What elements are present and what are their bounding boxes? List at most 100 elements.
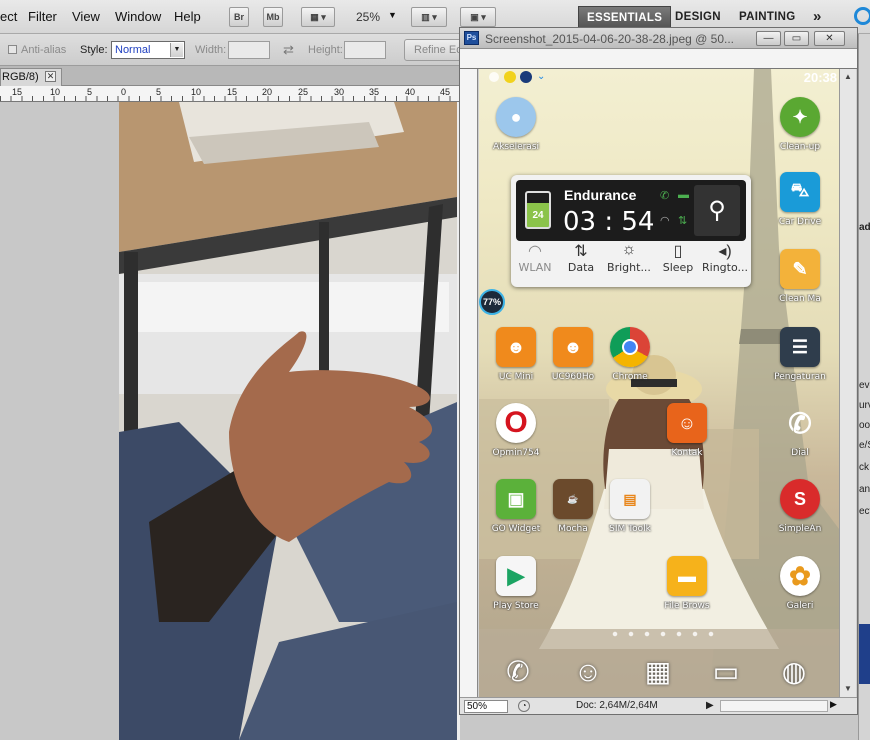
canvas-photo[interactable]: [119, 102, 457, 740]
toggle-data[interactable]: ⇅ Data: [557, 241, 605, 274]
minimize-button[interactable]: —: [756, 31, 781, 46]
phone-clock: 20:38: [803, 70, 837, 85]
contacts-dock-icon[interactable]: ☺: [569, 653, 607, 691]
scroll-down-icon[interactable]: ▼: [842, 683, 854, 695]
status-menu-icon[interactable]: ▶: [706, 700, 714, 711]
app-galeri[interactable]: ✿ Galeri: [766, 556, 834, 611]
app-car-drive[interactable]: ⛍ Car Drive: [766, 172, 834, 227]
sim-icon: ▤: [610, 479, 650, 519]
maximize-button[interactable]: ▭: [784, 31, 809, 46]
uc-mini-icon: ☻: [496, 327, 536, 367]
app-dial[interactable]: ✆ Dial: [766, 403, 834, 459]
zoom-level[interactable]: 25%: [356, 10, 380, 24]
horizontal-scrollbar[interactable]: [720, 700, 828, 712]
close-button[interactable]: ✕: [814, 31, 845, 46]
panel-item[interactable]: ecti: [859, 506, 870, 517]
minibridge-button[interactable]: Mb: [263, 7, 283, 27]
message-dock-icon[interactable]: ▭: [707, 653, 745, 691]
app-kontak[interactable]: ☺ Kontak: [653, 403, 721, 458]
folder-icon: ▬: [667, 556, 707, 596]
app-pengaturan[interactable]: ☰ Pengaturan: [766, 327, 834, 382]
app-clean-master[interactable]: ✎ Clean Ma: [766, 249, 834, 304]
app-chrome[interactable]: Chrome: [596, 327, 664, 382]
workspace-essentials[interactable]: ESSENTIALS: [578, 6, 672, 28]
panel-item[interactable]: urve: [859, 400, 870, 411]
power-widget-panel: 24 Endurance 03 : 54 ✆ ▬ ◠ ⇅ ⚲: [516, 180, 746, 241]
app-simple[interactable]: S SimpleAn: [766, 479, 834, 534]
broom-icon: ✎: [780, 249, 820, 289]
page-indicator: [607, 631, 717, 637]
remaining-time: 03 : 54: [563, 207, 655, 237]
scroll-up-icon[interactable]: ▲: [842, 71, 854, 83]
menu-window[interactable]: Window: [115, 9, 161, 24]
refine-edge-button[interactable]: Refine Edge...: [404, 39, 464, 61]
app-akselerasi[interactable]: ● Akselerasi: [482, 97, 550, 152]
image-window-titlebar[interactable]: Ps Screenshot_2015-04-06-20-38-28.jpeg @…: [460, 28, 857, 49]
antialias-checkbox[interactable]: [8, 45, 17, 54]
accelerate-icon: ●: [496, 97, 536, 137]
phone-status-bar: ⌄ 20:38: [479, 69, 839, 87]
cleanup-icon: ✦: [780, 97, 820, 137]
opera-icon: O: [496, 403, 536, 443]
panel-item[interactable]: ck: [859, 462, 869, 473]
document-tab-label: RGB/8): [2, 71, 39, 83]
phone-dock-icon[interactable]: ✆: [499, 653, 537, 691]
view-extras-button[interactable]: ▦ ▾: [301, 7, 335, 27]
app-play-store[interactable]: ▶ Play Store: [482, 556, 550, 611]
toggle-sleep[interactable]: ▯ Sleep: [654, 241, 702, 274]
panel-item[interactable]: oos: [859, 420, 870, 431]
screen-mode-button[interactable]: ▣ ▾: [460, 7, 496, 27]
height-field[interactable]: [344, 41, 386, 59]
notification-icon: [489, 72, 499, 82]
app-file-browser[interactable]: ▬ File Brows: [653, 556, 721, 611]
menu-view[interactable]: View: [72, 9, 100, 24]
scroll-right-icon[interactable]: ▶: [830, 699, 837, 710]
width-field[interactable]: [228, 41, 270, 59]
chevron-down-icon: ▼: [170, 43, 183, 57]
cs-live-icon[interactable]: [854, 7, 870, 25]
app-clean-up[interactable]: ✦ Clean-up: [766, 97, 834, 152]
panel-item[interactable]: ann: [859, 484, 870, 495]
menu-help[interactable]: Help: [174, 9, 201, 24]
call-icon: ✆: [660, 190, 670, 202]
swap-icon[interactable]: ⇄: [283, 42, 294, 58]
photo-image: [119, 102, 457, 740]
document-tab[interactable]: RGB/8) ✕: [0, 68, 62, 86]
more-workspaces-icon[interactable]: »: [805, 6, 830, 28]
image-window[interactable]: Ps Screenshot_2015-04-06-20-38-28.jpeg @…: [459, 27, 858, 715]
download-icon: ⌄: [537, 71, 546, 82]
go-widget-icon: ▣: [496, 479, 536, 519]
toggle-ringtone[interactable]: ◂) Ringto...: [701, 241, 749, 274]
document-size: Doc: 2,64M/2,64M: [576, 700, 658, 711]
menu-filter[interactable]: Filter: [28, 9, 57, 24]
bridge-button[interactable]: Br: [229, 7, 249, 27]
vertical-scrollbar[interactable]: ▲ ▼: [839, 69, 856, 697]
simple-icon: S: [780, 479, 820, 519]
apps-grid-icon[interactable]: ▦: [639, 653, 677, 691]
style-label: Style:: [80, 44, 108, 56]
app-sim-toolkit[interactable]: ▤ SIM Toolk: [596, 479, 664, 534]
horizontal-ruler: 15 10 5 0 5 10 15 20 25 30 35 40 45: [0, 86, 460, 102]
arrange-documents-button[interactable]: ▥ ▾: [411, 7, 447, 27]
toggle-wlan[interactable]: ◠ WLAN: [511, 241, 559, 274]
workspace-design[interactable]: DESIGN: [667, 6, 729, 28]
speaker-icon: ◂): [718, 243, 732, 260]
app-opera-mini[interactable]: O Opmin754: [482, 403, 550, 458]
timing-icon[interactable]: ◔: [518, 700, 530, 712]
workspace-painting[interactable]: PAINTING: [731, 6, 804, 28]
zoom-field[interactable]: 50%: [464, 700, 508, 713]
power-widget[interactable]: 24 Endurance 03 : 54 ✆ ▬ ◠ ⇅ ⚲ ◠ WLAN ⇅ …: [511, 175, 751, 287]
toggle-brightness[interactable]: ☼ Bright...: [605, 241, 653, 274]
battery-icon: 24: [525, 191, 551, 229]
menu-select[interactable]: ect: [0, 9, 17, 24]
panel-item[interactable]: e/S: [859, 440, 870, 451]
message-icon: ▬: [678, 189, 689, 201]
phone-dock: ✆ ☺ ▦ ▭ ◍: [479, 647, 839, 697]
zoom-dropdown-icon[interactable]: ▼: [388, 10, 397, 20]
close-icon[interactable]: ✕: [45, 71, 56, 82]
clean-broom-icon[interactable]: ⚲: [694, 185, 740, 236]
panel-item[interactable]: evels: [859, 380, 870, 391]
style-select[interactable]: Normal ▼: [111, 41, 185, 59]
ruler-ticks: [0, 96, 460, 101]
browser-dock-icon[interactable]: ◍: [775, 653, 813, 691]
